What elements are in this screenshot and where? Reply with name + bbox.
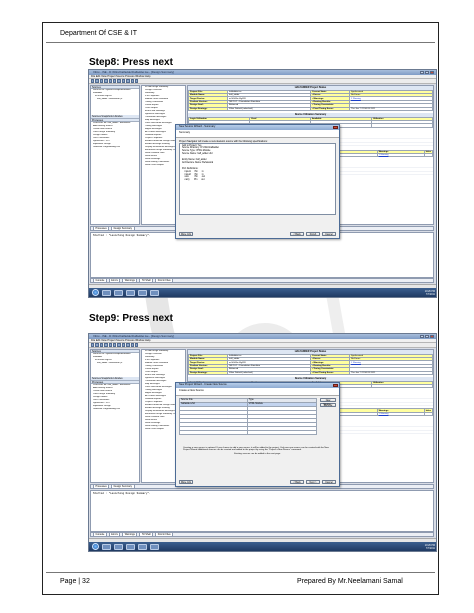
screenshot-step8: Xilinx - ISE - D:\Xilinx\halfadder\halfa… xyxy=(88,69,437,298)
taskbar: 10:26 PM 7/7/2011 xyxy=(89,288,436,297)
cancel-button[interactable]: Cancel xyxy=(322,231,336,236)
start-orb-icon[interactable] xyxy=(92,543,99,550)
console-tabs: Console Errors Warnings Tcl Shell Find i… xyxy=(90,277,434,284)
new-file-icon[interactable] xyxy=(91,343,95,347)
new-file-icon[interactable] xyxy=(91,79,95,83)
run-icon[interactable] xyxy=(134,79,139,83)
redo-icon[interactable] xyxy=(126,79,130,83)
project-status-table: Project File: halfadder.ise Current State:… xyxy=(187,353,433,376)
create-source-dialog: New Project Wizard - Create New Source C… xyxy=(175,382,340,487)
taskbar-ise-icon[interactable] xyxy=(138,289,147,296)
paste-icon[interactable] xyxy=(117,79,121,83)
undo-icon[interactable] xyxy=(121,343,126,347)
paste-icon[interactable] xyxy=(117,343,121,347)
sources-pane: Sources Sources for: Synthesis/Implement… xyxy=(90,85,140,225)
close-icon[interactable] xyxy=(430,334,434,338)
remove-button[interactable]: Remove xyxy=(320,402,336,407)
taskbar-clock: 10:26 PM 7/7/2011 xyxy=(424,543,435,550)
maximize-icon[interactable] xyxy=(425,70,429,74)
new-source-button[interactable]: New Source... xyxy=(320,397,336,406)
more-info-button[interactable]: More Info xyxy=(179,231,193,236)
copy-icon[interactable] xyxy=(112,343,117,347)
taskbar-folder-icon[interactable] xyxy=(114,543,123,550)
print-icon[interactable] xyxy=(104,343,108,347)
sources-pane: Sources Sources for: Synthesis/Implement… xyxy=(90,349,140,483)
undo-icon[interactable] xyxy=(121,79,126,83)
summary-spec-textbox[interactable]: Add to Project: Yes Source Directory: D:… xyxy=(179,142,336,215)
back-button[interactable]: < Back xyxy=(290,231,304,236)
taskbar-clock: 10:26 PM 7/7/2011 xyxy=(424,289,435,296)
department-header: Department Of CSE & IT xyxy=(60,30,138,37)
ise-titlebar: Xilinx - ISE - D:\Xilinx\halfadder\halfa… xyxy=(89,70,436,75)
dialog-close-icon[interactable] xyxy=(333,383,338,387)
redo-icon[interactable] xyxy=(126,343,130,347)
step8-title: Step8: Press next xyxy=(89,57,173,68)
cut-icon[interactable] xyxy=(108,343,112,347)
save-icon[interactable] xyxy=(99,343,104,347)
open-file-icon[interactable] xyxy=(95,79,99,83)
ise-toolbar xyxy=(89,79,436,84)
cut-icon[interactable] xyxy=(108,79,112,83)
summary-dialog: New Source Wizard - Summary Summary Proj… xyxy=(175,124,340,239)
taskbar-word-icon[interactable] xyxy=(150,543,159,550)
console-pane: Started : "Launching Design Summary". xyxy=(90,490,434,532)
taskbar-folder-icon[interactable] xyxy=(114,289,123,296)
new-source-table: Source File Type halfadder.vhd VHDL Module xyxy=(179,397,318,435)
ise-toolbar xyxy=(89,343,436,348)
step9-title: Step9: Press next xyxy=(89,313,173,324)
run-icon[interactable] xyxy=(134,343,139,347)
ise-titlebar: Xilinx - ISE - D:\Xilinx\halfadder\halfa… xyxy=(89,334,436,339)
author-credit: Prepared By Mr.Neelamani Samal xyxy=(297,578,403,585)
find-icon[interactable] xyxy=(130,79,134,83)
cancel-button[interactable]: Cancel xyxy=(322,479,336,484)
dialog-close-icon[interactable] xyxy=(333,125,338,129)
taskbar-ie-icon[interactable] xyxy=(102,289,111,296)
print-icon[interactable] xyxy=(104,79,108,83)
page-number: Page | 32 xyxy=(60,578,90,585)
taskbar-media-icon[interactable] xyxy=(126,289,135,296)
back-button[interactable]: < Back xyxy=(290,479,304,484)
minimize-icon[interactable] xyxy=(420,334,424,338)
maximize-icon[interactable] xyxy=(425,334,429,338)
console-tabs: Console Errors Warnings Tcl Shell Find i… xyxy=(90,531,434,538)
save-icon[interactable] xyxy=(99,79,104,83)
header-rule xyxy=(46,42,435,43)
footer-rule xyxy=(46,572,435,573)
taskbar-media-icon[interactable] xyxy=(126,543,135,550)
taskbar: 10:26 PM 7/7/2011 xyxy=(89,542,436,551)
start-orb-icon[interactable] xyxy=(92,289,99,296)
taskbar-ie-icon[interactable] xyxy=(102,543,111,550)
more-info-button[interactable]: More Info xyxy=(179,479,193,484)
copy-icon[interactable] xyxy=(112,79,117,83)
next-button[interactable]: Next > xyxy=(306,479,320,484)
open-file-icon[interactable] xyxy=(95,343,99,347)
finish-button[interactable]: Finish xyxy=(306,231,320,236)
close-icon[interactable] xyxy=(430,70,434,74)
find-icon[interactable] xyxy=(130,343,134,347)
minimize-icon[interactable] xyxy=(420,70,424,74)
taskbar-word-icon[interactable] xyxy=(150,289,159,296)
taskbar-ise-icon[interactable] xyxy=(138,543,147,550)
screenshot-step9: Xilinx - ISE - D:\Xilinx\halfadder\halfa… xyxy=(88,333,437,552)
project-status-table: Project File: halfadder.ise Current State:… xyxy=(187,89,433,112)
